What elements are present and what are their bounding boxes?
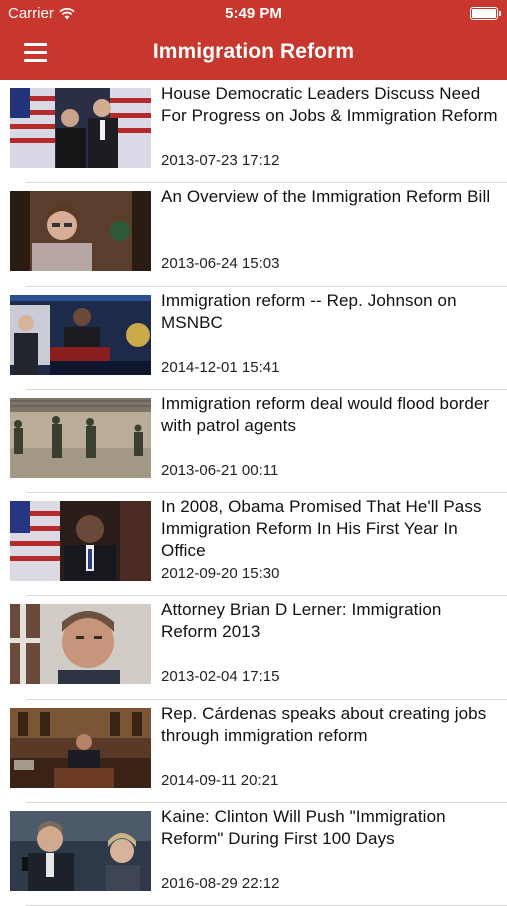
article-date: 2014-12-01 15:41 [161,358,280,376]
article-thumbnail [10,88,151,168]
list-item[interactable]: Attorney Brian D Lerner: Immigration Ref… [0,596,507,700]
article-title: Kaine: Clinton Will Push "Immigration Re… [161,807,446,849]
article-date: 2013-02-04 17:15 [161,668,280,686]
article-thumbnail [10,397,151,478]
list-item[interactable]: House Democratic Leaders Discuss Need Fo… [0,80,507,184]
list-item[interactable]: An Overview of the Immigration Reform Bi… [0,183,507,287]
article-title: Attorney Brian D Lerner: Immigration Ref… [161,600,442,642]
article-date: 2012-09-20 15:30 [161,565,280,583]
article-thumbnail [10,294,151,375]
article-title: Rep. Cárdenas speaks about creating jobs… [161,703,487,745]
article-list: House Democratic Leaders Discuss Need Fo… [0,80,507,906]
article-title: Immigration reform -- Rep. Johnson on MS… [161,290,457,332]
list-item[interactable]: Kaine: Clinton Will Push "Immigration Re… [0,803,507,906]
list-item[interactable]: Rep. Cárdenas speaks about creating jobs… [0,700,507,804]
list-item[interactable]: In 2008, Obama Promised That He'll Pass … [0,493,507,597]
list-item[interactable]: Immigration reform deal would flood bord… [0,390,507,494]
article-thumbnail [10,501,151,582]
article-thumbnail [10,707,151,788]
status-time: 5:49 PM [225,5,282,22]
battery-icon [470,7,501,20]
article-title: House Democratic Leaders Discuss Need Fo… [161,84,498,125]
navigation-bar: Immigration Reform [0,28,507,80]
page-title: Immigration Reform [152,40,355,63]
app-header: Carrier 5:49 PM Immigration Reform [0,0,507,80]
article-title: An Overview of the Immigration Reform Bi… [161,187,491,207]
article-date: 2013-07-23 17:12 [161,152,280,169]
article-title: Immigration reform deal would flood bord… [161,393,490,435]
article-date: 2013-06-24 15:03 [161,255,280,273]
article-date: 2016-08-29 22:12 [161,875,280,893]
article-date: 2014-09-11 20:21 [161,771,279,789]
article-date: 2013-06-21 00:11 [161,461,279,479]
article-title: In 2008, Obama Promised That He'll Pass … [161,497,482,561]
article-thumbnail [10,191,151,272]
article-thumbnail [10,604,151,685]
status-bar: Carrier 5:49 PM [0,0,507,28]
list-item[interactable]: Immigration reform -- Rep. Johnson on MS… [0,287,507,390]
article-thumbnail [10,811,151,892]
